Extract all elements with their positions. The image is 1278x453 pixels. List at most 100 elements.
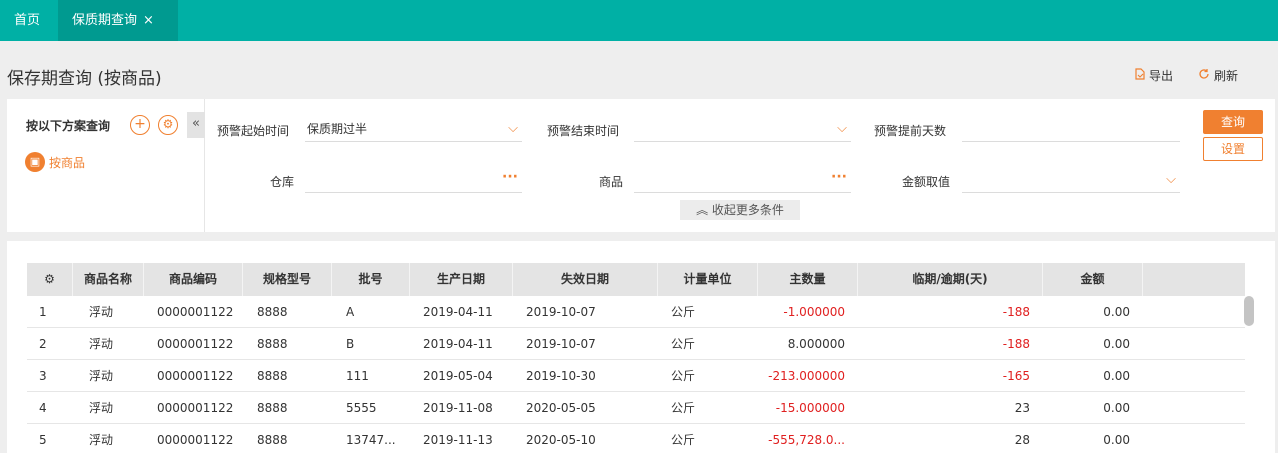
chevron-down-icon: ⌵ [837, 121, 847, 136]
cell-qty: -1.000000 [783, 305, 845, 319]
cell-name: 浮动 [89, 369, 114, 383]
advance-days-input[interactable] [962, 116, 1180, 142]
tab-home[interactable]: 首页 [0, 0, 58, 41]
double-chevron-left-icon: « [192, 116, 200, 131]
cell-days: -188 [1002, 305, 1030, 319]
column-header[interactable]: 商品编码 [144, 263, 243, 296]
collapse-more-conditions-button[interactable]: ︽ 收起更多条件 [680, 200, 800, 220]
cell-spec: 8888 [257, 337, 288, 351]
more-dots-icon[interactable]: ··· [831, 164, 847, 190]
amount-select[interactable]: ⌵ [962, 167, 1180, 193]
results-table-panel: ⚙ 商品名称 商品编码 规格型号 批号 生产日期 失效日期 计量单位 主数量 临… [7, 241, 1275, 453]
collapse-scheme-button[interactable]: « [187, 112, 205, 138]
cell-mfg: 2019-04-11 [423, 305, 493, 319]
amount-label: 金额取值 [902, 175, 951, 189]
cell-qty: -15.000000 [775, 401, 845, 415]
column-header[interactable]: 金额 [1043, 263, 1143, 296]
table-row[interactable]: 2 浮动 0000001122 8888 B 2019-04-11 2019-10-07 公斤… [27, 328, 1245, 360]
gear-icon: ⚙ [44, 272, 55, 286]
tab-label: 保质期查询 [72, 13, 138, 28]
cell-unit: 公斤 [671, 369, 696, 383]
cell-name: 浮动 [89, 305, 114, 319]
column-header[interactable]: 计量单位 [658, 263, 758, 296]
cell-exp: 2019-10-30 [526, 369, 596, 383]
chevron-down-icon: ⌵ [1166, 172, 1176, 187]
cell-unit: 公斤 [671, 305, 696, 319]
table-row[interactable]: 4 浮动 0000001122 8888 5555 2019-11-08 2020-05-0… [27, 392, 1245, 424]
settings-button[interactable]: 设置 [1203, 137, 1263, 161]
cell-amount: 0.00 [1103, 369, 1130, 383]
cell-exp: 2019-10-07 [526, 305, 596, 319]
cell-mfg: 2019-05-04 [423, 369, 493, 383]
column-header[interactable]: 临期/逾期(天) [858, 263, 1043, 296]
warn-start-select[interactable]: 保质期过半 ⌵ [305, 116, 522, 142]
add-scheme-button[interactable]: + [130, 115, 150, 135]
amount-value [962, 173, 964, 187]
cell-exp: 2020-05-05 [526, 401, 596, 415]
warn-end-value [634, 122, 636, 136]
cell-exp: 2020-05-10 [526, 433, 596, 447]
cell-name: 浮动 [89, 337, 114, 351]
scheme-item-by-product[interactable]: ▣ 按商品 [25, 152, 85, 172]
filter-panel: 按以下方案查询 + ⚙ « ▣ 按商品 预警起始时间 保质期过半 ⌵ 预警结束时… [7, 99, 1275, 232]
vertical-scrollbar[interactable] [1244, 296, 1254, 326]
cell-idx: 3 [39, 369, 47, 383]
cell-code: 0000001122 [157, 337, 234, 351]
cell-batch: B [346, 337, 355, 351]
double-chevron-up-icon: ︽ [696, 203, 709, 217]
chevron-down-icon: ⌵ [508, 121, 518, 136]
table-row[interactable]: 5 浮动 0000001122 8888 13747... 2019-11-13 2020-… [27, 424, 1245, 453]
cell-code: 0000001122 [157, 369, 234, 383]
column-header[interactable]: 批号 [332, 263, 410, 296]
cell-amount: 0.00 [1103, 433, 1130, 447]
product-value [634, 173, 636, 187]
cell-idx: 2 [39, 337, 47, 351]
tab-shelf-life-query[interactable]: 保质期查询 × [58, 0, 178, 41]
scheme-settings-button[interactable]: ⚙ [158, 115, 178, 135]
scheme-item-label: 按商品 [49, 155, 86, 170]
column-header[interactable]: 商品名称 [73, 263, 144, 296]
refresh-button[interactable]: 刷新 [1198, 67, 1238, 84]
column-header[interactable]: 规格型号 [243, 263, 332, 296]
table-row[interactable]: 3 浮动 0000001122 8888 111 2019-05-04 2019-10-30… [27, 360, 1245, 392]
cell-qty: 8.000000 [787, 337, 845, 351]
refresh-label: 刷新 [1214, 69, 1239, 83]
more-dots-icon[interactable]: ··· [502, 164, 518, 190]
refresh-icon [1198, 68, 1210, 83]
cell-amount: 0.00 [1103, 401, 1130, 415]
plus-icon: + [134, 116, 146, 132]
export-label: 导出 [1149, 69, 1174, 83]
column-settings-button[interactable]: ⚙ [27, 263, 73, 296]
cell-idx: 4 [39, 401, 47, 415]
cell-code: 0000001122 [157, 401, 234, 415]
cell-days: 23 [1014, 401, 1030, 415]
query-scheme-panel: 按以下方案查询 + ⚙ « ▣ 按商品 [7, 99, 205, 232]
cell-batch: 5555 [346, 401, 377, 415]
warn-end-label: 预警结束时间 [547, 124, 620, 138]
table-row[interactable]: 1 浮动 0000001122 8888 A 2019-04-11 2019-10-07 公斤… [27, 296, 1245, 328]
cell-mfg: 2019-11-13 [423, 433, 493, 447]
top-tab-bar: 首页 保质期查询 × [0, 0, 1278, 41]
table-header: ⚙ 商品名称 商品编码 规格型号 批号 生产日期 失效日期 计量单位 主数量 临… [27, 263, 1245, 296]
cube-icon: ▣ [25, 152, 45, 172]
query-button[interactable]: 查询 [1203, 110, 1263, 134]
warn-end-select[interactable]: ⌵ [634, 116, 851, 142]
close-icon[interactable]: × [143, 13, 154, 28]
warehouse-value [305, 173, 307, 187]
column-header[interactable]: 生产日期 [410, 263, 513, 296]
column-header[interactable]: 失效日期 [513, 263, 658, 296]
cell-mfg: 2019-11-08 [423, 401, 493, 415]
warehouse-picker[interactable]: ··· [305, 167, 522, 193]
column-header[interactable]: 主数量 [758, 263, 858, 296]
cell-spec: 8888 [257, 433, 288, 447]
product-label: 商品 [599, 175, 624, 189]
warehouse-label: 仓库 [270, 175, 295, 189]
product-picker[interactable]: ··· [634, 167, 851, 193]
gear-icon: ⚙ [162, 117, 174, 131]
export-button[interactable]: 导出 [1134, 67, 1173, 84]
warn-start-value: 保质期过半 [307, 122, 368, 136]
cell-unit: 公斤 [671, 401, 696, 415]
cell-qty: -213.000000 [768, 369, 845, 383]
cell-unit: 公斤 [671, 433, 696, 447]
advance-days-value [962, 122, 964, 136]
